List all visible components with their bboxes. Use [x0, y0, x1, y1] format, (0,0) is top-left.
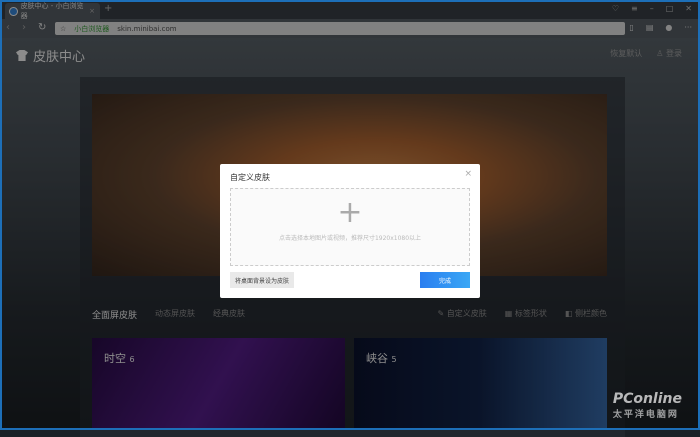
close-icon[interactable]: ×	[464, 169, 472, 179]
watermark-logo: PConline 太平洋电脑网	[612, 391, 682, 420]
custom-skin-dialog: 自定义皮肤 × + 点击选择本地图片或视频，推荐尺寸1920x1080以上 将桌…	[220, 164, 480, 298]
dialog-title: 自定义皮肤	[230, 173, 270, 182]
upload-dropzone[interactable]: + 点击选择本地图片或视频，推荐尺寸1920x1080以上	[230, 188, 470, 266]
done-button[interactable]: 完成	[420, 272, 470, 288]
upload-hint: 点击选择本地图片或视频，推荐尺寸1920x1080以上	[278, 235, 422, 242]
set-desktop-bg-button[interactable]: 将桌面背景设为皮肤	[230, 272, 294, 288]
plus-icon: +	[337, 195, 363, 230]
